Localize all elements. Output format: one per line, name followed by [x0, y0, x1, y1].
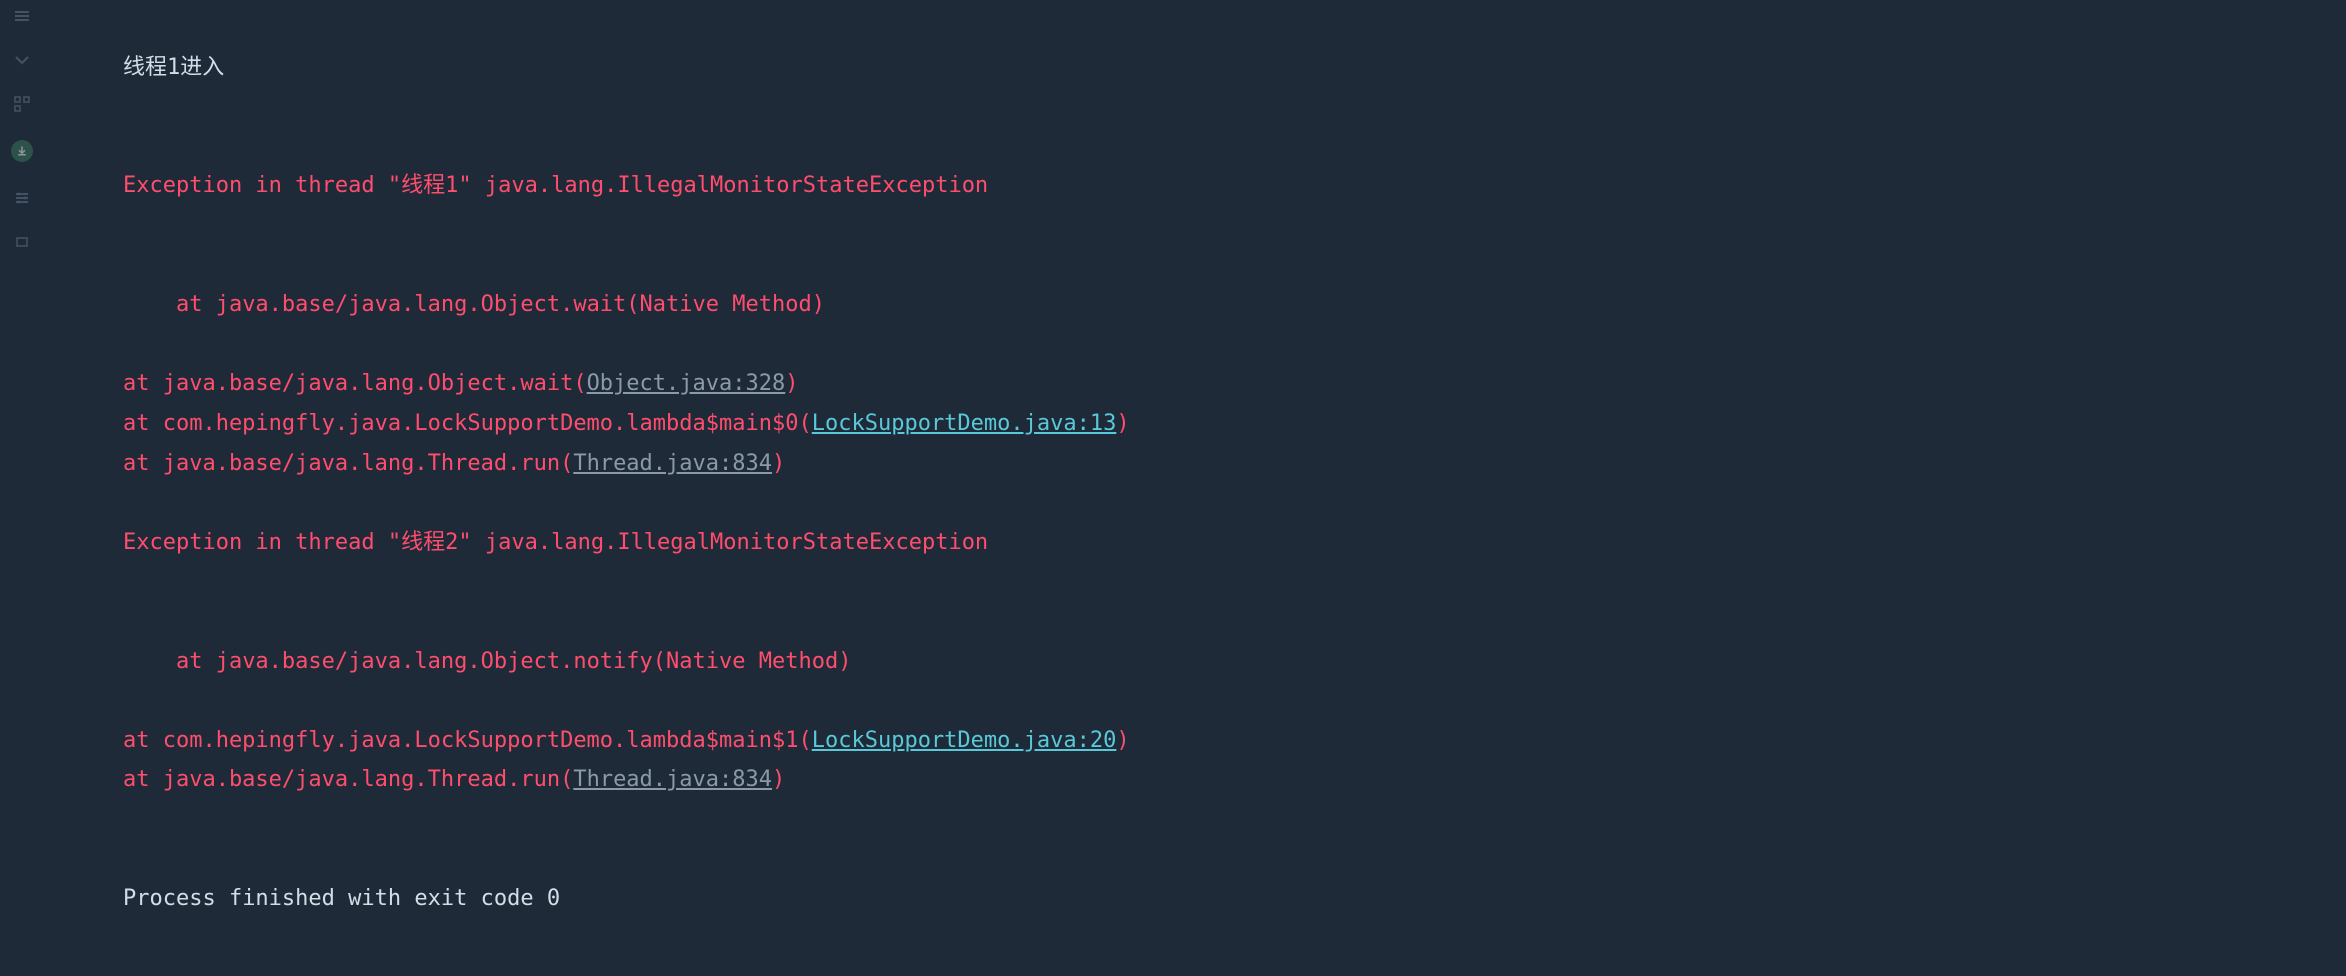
console-line-stacktrace: at com.hepingfly.java.LockSupportDemo.la…: [70, 721, 2320, 761]
output-text: 线程1进入: [123, 55, 224, 80]
pin-icon[interactable]: [14, 234, 30, 250]
blank-line: [70, 800, 2320, 840]
stacktrace-prefix: at java.base/java.lang.Thread.run(: [70, 767, 573, 792]
console-gutter: [0, 0, 44, 976]
source-link-project[interactable]: LockSupportDemo.java:20: [812, 728, 1117, 753]
stacktrace-prefix: at com.hepingfly.java.LockSupportDemo.la…: [70, 728, 812, 753]
exception-text: Exception in thread "线程2" java.lang.Ille…: [123, 530, 988, 555]
stacktrace-suffix: ): [772, 451, 785, 476]
stacktrace-suffix: ): [1116, 411, 1129, 436]
exit-code-text: Process finished with exit code 0: [123, 886, 560, 911]
stacktrace-prefix: at java.base/java.lang.Thread.run(: [70, 451, 573, 476]
console-line-stacktrace: at java.base/java.lang.Object.wait(Nativ…: [70, 246, 2320, 365]
exception-text: Exception in thread "线程1" java.lang.Ille…: [123, 173, 988, 198]
console-line-stacktrace: at com.hepingfly.java.LockSupportDemo.la…: [70, 404, 2320, 444]
source-link-external[interactable]: Object.java:328: [587, 371, 786, 396]
console-line-output: 线程1进入: [70, 8, 2320, 127]
console-line-exit: Process finished with exit code 0: [70, 839, 2320, 958]
stacktrace-prefix: at java.base/java.lang.Object.wait(: [70, 371, 587, 396]
stacktrace-prefix: at com.hepingfly.java.LockSupportDemo.la…: [70, 411, 812, 436]
source-link-project[interactable]: LockSupportDemo.java:13: [812, 411, 1117, 436]
download-icon[interactable]: [11, 140, 33, 162]
console-line-stacktrace: at java.base/java.lang.Object.notify(Nat…: [70, 602, 2320, 721]
console-line-stacktrace: at java.base/java.lang.Thread.run(Thread…: [70, 760, 2320, 800]
stacktrace-suffix: ): [1116, 728, 1129, 753]
settings-icon[interactable]: [14, 190, 30, 206]
console-line-stacktrace: at java.base/java.lang.Thread.run(Thread…: [70, 444, 2320, 484]
caret-down-icon[interactable]: [14, 52, 30, 68]
menu-icon[interactable]: [14, 8, 30, 24]
structure-icon[interactable]: [14, 96, 30, 112]
console-line-exception: Exception in thread "线程1" java.lang.Ille…: [70, 127, 2320, 246]
stacktrace-suffix: ): [785, 371, 798, 396]
source-link-external[interactable]: Thread.java:834: [573, 451, 772, 476]
console-output[interactable]: 线程1进入 Exception in thread "线程1" java.lan…: [44, 0, 2346, 976]
stacktrace-text: at java.base/java.lang.Object.notify(Nat…: [123, 649, 851, 674]
console-line-stacktrace: at java.base/java.lang.Object.wait(Objec…: [70, 364, 2320, 404]
source-link-external[interactable]: Thread.java:834: [573, 767, 772, 792]
stacktrace-text: at java.base/java.lang.Object.wait(Nativ…: [123, 292, 825, 317]
stacktrace-suffix: ): [772, 767, 785, 792]
console-line-exception: Exception in thread "线程2" java.lang.Ille…: [70, 483, 2320, 602]
